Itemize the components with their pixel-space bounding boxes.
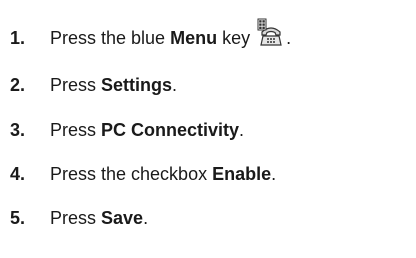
step-text: Press the checkbox Enable .: [50, 164, 276, 185]
step-number: 2.: [10, 74, 26, 95]
step-punctuation: .: [271, 163, 277, 184]
step-number: 1.: [10, 27, 26, 48]
step-text-plain: Press the blue: [50, 27, 171, 48]
step-number: 3.: [10, 119, 26, 140]
step-4: 4. Press the checkbox Enable .: [10, 159, 276, 189]
step-punctuation: .: [172, 74, 178, 95]
enable-label: Enable: [212, 163, 272, 184]
step-1: 1. Press the blue Menu key .: [10, 18, 292, 53]
step-text: Press the blue Menu key .: [50, 18, 292, 49]
step-number: 4.: [10, 163, 26, 184]
phone-menu-key-icon: [257, 18, 282, 46]
step-punctuation: .: [239, 119, 245, 140]
step-text-plain: Press: [50, 207, 102, 228]
step-text-plain: key: [217, 27, 251, 48]
step-text-plain: Press the checkbox: [50, 163, 213, 184]
step-text: Press PC Connectivity .: [50, 120, 244, 141]
menu-key-label: Menu: [170, 27, 218, 48]
settings-label: Settings: [101, 74, 173, 95]
step-text: Press Settings .: [50, 75, 177, 96]
save-label: Save: [101, 207, 144, 228]
step-3: 3. Press PC Connectivity .: [10, 115, 244, 145]
step-text: Press Save .: [50, 208, 148, 229]
instruction-steps: 1. Press the blue Menu key . 2. Press Se…: [0, 0, 416, 258]
step-text-plain: Press: [50, 119, 102, 140]
step-punctuation: .: [143, 207, 149, 228]
step-punctuation: .: [286, 27, 292, 48]
step-2: 2. Press Settings .: [10, 70, 177, 100]
step-text-plain: Press: [50, 74, 102, 95]
pc-connectivity-label: PC Connectivity: [101, 119, 240, 140]
step-number: 5.: [10, 207, 26, 228]
step-5: 5. Press Save .: [10, 203, 148, 233]
